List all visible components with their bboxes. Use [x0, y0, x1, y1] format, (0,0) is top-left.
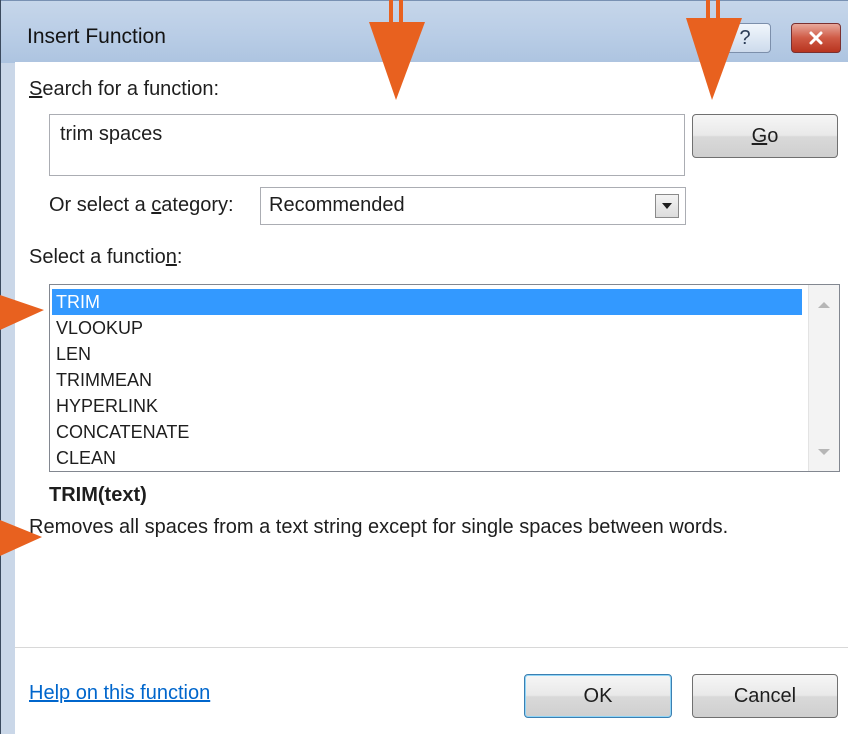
function-list-item[interactable]: CONCATENATE [52, 419, 802, 445]
category-select-value: Recommended [269, 194, 405, 216]
help-button[interactable]: ? [719, 23, 771, 53]
function-list-item[interactable]: LEN [52, 341, 802, 367]
go-button[interactable]: Go [692, 114, 838, 158]
footer-divider [15, 647, 848, 648]
scroll-down-icon[interactable] [818, 449, 830, 455]
close-icon [809, 31, 823, 45]
function-list-item[interactable]: TRIMMEAN [52, 367, 802, 393]
function-signature: TRIM(text) [49, 484, 147, 506]
cancel-button[interactable]: Cancel [692, 674, 838, 718]
search-input-value: trim spaces [60, 123, 163, 145]
title-bar[interactable]: Insert Function ? [1, 0, 848, 63]
dropdown-arrow-icon [662, 203, 672, 209]
category-label: Or select a category: [49, 194, 234, 216]
dialog-body: Search for a function: trim spaces Go Or… [15, 62, 848, 734]
help-on-function-link[interactable]: Help on this function [29, 682, 210, 705]
close-button[interactable] [791, 23, 841, 53]
function-list[interactable]: TRIM VLOOKUP LEN TRIMMEAN HYPERLINK CONC… [49, 284, 840, 472]
function-list-label: Select a function: [29, 246, 183, 268]
search-label: Search for a function: [29, 78, 220, 100]
category-select[interactable]: Recommended [260, 187, 686, 225]
function-list-scrollbar[interactable] [808, 285, 839, 471]
ok-button[interactable]: OK [524, 674, 672, 718]
insert-function-dialog: Insert Function ? Search for a function:… [0, 0, 848, 734]
function-list-item[interactable]: VLOOKUP [52, 315, 802, 341]
help-icon: ? [739, 26, 751, 49]
search-input[interactable]: trim spaces [49, 114, 685, 176]
function-list-item[interactable]: TRIM [52, 289, 802, 315]
category-dropdown-button[interactable] [655, 194, 679, 218]
scroll-up-icon[interactable] [818, 302, 830, 308]
function-list-item[interactable]: HYPERLINK [52, 393, 802, 419]
dialog-title: Insert Function [27, 25, 166, 48]
function-description: Removes all spaces from a text string ex… [29, 516, 729, 538]
function-list-item[interactable]: CLEAN [52, 445, 802, 471]
